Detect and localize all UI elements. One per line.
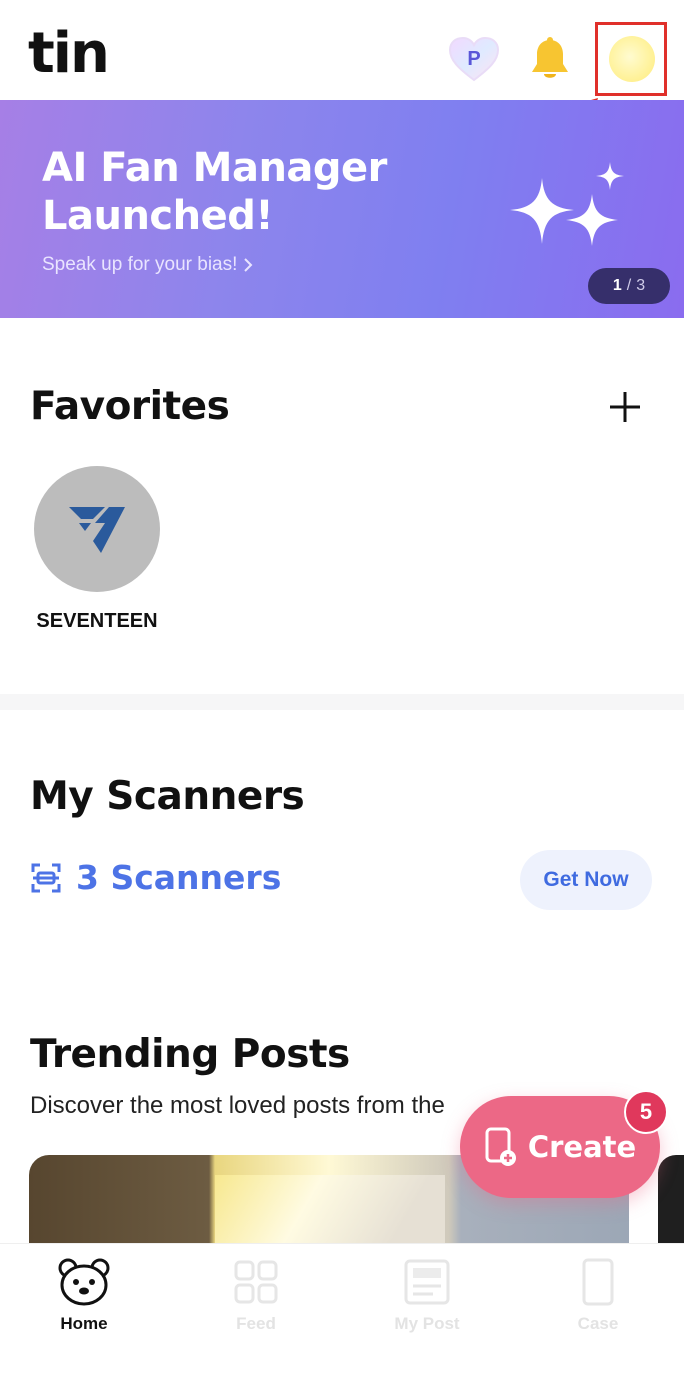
nav-item-my-post[interactable]: My Post	[367, 1258, 487, 1338]
plus-icon[interactable]	[604, 386, 646, 428]
trending-post-card[interactable]	[658, 1155, 684, 1245]
banner-title: AI Fan Manager Launched!	[42, 145, 387, 239]
bottom-nav: Home Feed My Post Case	[0, 1243, 684, 1400]
points-heart-icon[interactable]: P	[448, 36, 500, 82]
get-now-button[interactable]: Get Now	[520, 850, 652, 910]
top-bar: tin P	[0, 0, 684, 140]
bell-icon[interactable]	[528, 36, 572, 84]
nav-label-case: Case	[577, 1314, 619, 1333]
nav-item-case[interactable]: Case	[538, 1258, 658, 1338]
favorites-title: Favorites	[30, 384, 230, 429]
create-label: Create	[527, 1130, 637, 1164]
create-post-icon	[485, 1127, 516, 1166]
favorite-item[interactable]: SEVENTEEN	[30, 464, 164, 644]
bear-icon	[58, 1258, 110, 1306]
banner-pager: 1 / 3	[588, 268, 670, 304]
pager-total: 3	[636, 277, 646, 294]
promo-banner[interactable]: AI Fan Manager Launched! Speak up for yo…	[0, 100, 684, 318]
artist-avatar	[34, 466, 160, 592]
banner-subtitle[interactable]: Speak up for your bias!	[42, 254, 253, 276]
nav-item-home[interactable]: Home	[24, 1258, 144, 1338]
section-divider	[0, 694, 684, 710]
grid-icon	[234, 1260, 278, 1304]
trending-subtitle: Discover the most loved posts from the	[30, 1092, 445, 1119]
chevron-right-icon	[244, 258, 253, 272]
post-icon	[404, 1259, 450, 1305]
nav-item-feed[interactable]: Feed	[196, 1258, 316, 1338]
phone-case-icon	[582, 1258, 614, 1306]
svg-text:P: P	[467, 48, 480, 70]
pager-separator: /	[626, 277, 632, 294]
nav-label-home: Home	[60, 1314, 108, 1333]
post-image	[215, 1175, 445, 1245]
scanner-count-link[interactable]: 3 Scanners	[30, 858, 281, 897]
seventeen-logo-icon	[69, 507, 125, 553]
scanner-count: 3 Scanners	[76, 858, 282, 897]
nav-label-my-post: My Post	[394, 1314, 460, 1333]
banner-subtitle-text: Speak up for your bias!	[42, 254, 238, 275]
app-logo: tin	[28, 21, 110, 86]
favorite-label: SEVENTEEN	[36, 610, 158, 632]
create-badge: 5	[624, 1090, 668, 1134]
scanner-icon	[31, 863, 61, 892]
profile-avatar[interactable]	[609, 36, 655, 82]
sparkles-icon	[510, 162, 624, 246]
pager-current: 1	[612, 277, 622, 294]
trending-title: Trending Posts	[30, 1032, 350, 1077]
nav-label-feed: Feed	[236, 1314, 276, 1333]
scanners-title: My Scanners	[30, 774, 305, 819]
